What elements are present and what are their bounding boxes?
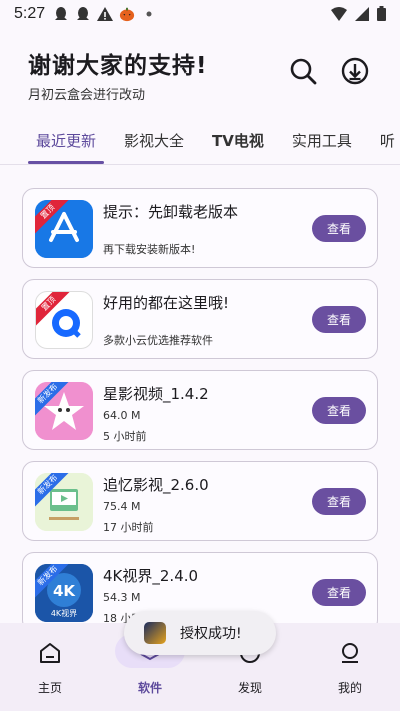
tab-tv[interactable]: TV电视 [198,122,278,164]
tab-recent-updates[interactable]: 最近更新 [0,122,110,164]
download-icon [341,57,369,85]
signal-icon [355,6,369,25]
page-subtitle: 月初云盒会进行改动 [28,88,146,103]
app-description: 多款小云优选推荐软件 [103,334,213,347]
app-name: 好用的都在这里哦! [103,294,230,312]
app-name: 4K视界_2.4.0 [103,567,199,585]
nav-label: 软件 [137,681,162,695]
battery-icon [377,6,386,25]
page-header: 谢谢大家的支持! 月初云盒会进行改动 [28,46,208,103]
warning-icon [97,6,114,22]
nav-home[interactable]: 主页 [0,637,100,696]
dot-icon [141,6,157,22]
status-time: 5:27 [14,5,46,22]
4k-app-icon: 4K 新发布 4K视界 [35,564,93,622]
view-button[interactable]: 查看 [312,488,366,515]
app-card[interactable]: 置顶 提示：先卸载老版本 再下载安装新版本! 查看 [22,188,378,268]
app-list: 置顶 提示：先卸载老版本 再下载安装新版本! 查看 置顶 好用的都在这里哦! 多… [22,188,378,643]
pumpkin-icon [119,6,135,22]
nav-label: 主页 [37,681,62,695]
view-button[interactable]: 查看 [312,397,366,424]
qq-notification-icon [75,6,91,22]
wifi-icon [331,6,347,25]
view-button[interactable]: 查看 [312,579,366,606]
icon-caption: 4K视界 [50,609,78,618]
recommend-app-icon: 置顶 [35,291,93,349]
tab-listen[interactable]: 听 [366,122,400,164]
app-updated-time: 17 小时前 [103,521,154,534]
view-button[interactable]: 查看 [312,215,366,242]
app-size: 54.3 M [103,591,141,604]
tab-tools[interactable]: 实用工具 [278,122,366,164]
profile-icon [342,643,358,663]
download-button[interactable] [338,54,372,88]
app-logo-icon [144,622,166,644]
search-icon [290,58,317,85]
app-name: 追忆影视_2.6.0 [103,476,209,494]
app-card[interactable]: 置顶 好用的都在这里哦! 多款小云优选推荐软件 查看 [22,279,378,359]
app-name: 星影视频_1.4.2 [103,385,209,403]
toast-message: 授权成功! [124,611,276,655]
toast-text: 授权成功! [180,626,242,642]
app-card[interactable]: 新发布 星影视频_1.4.2 64.0 M 5 小时前 查看 [22,370,378,450]
app-updated-time: 5 小时前 [103,430,147,443]
nav-label: 发现 [237,681,262,695]
tab-movies[interactable]: 影视大全 [110,122,198,164]
app-store-icon: 置顶 [35,200,93,258]
app-size: 64.0 M [103,409,141,422]
app-card[interactable]: 新发布 追忆影视_2.6.0 75.4 M 17 小时前 查看 [22,461,378,541]
qq-notification-icon [53,6,69,22]
page-title: 谢谢大家的支持! [28,53,208,79]
star-app-icon: 新发布 [35,382,93,440]
status-bar: 5:27 [0,0,400,28]
tabs-divider [0,164,400,165]
category-tabs: 最近更新 影视大全 TV电视 实用工具 听 [0,122,400,164]
nav-profile[interactable]: 我的 [300,637,400,696]
nav-label: 我的 [337,681,362,695]
svg-text:4K: 4K [53,582,76,600]
app-size: 75.4 M [103,500,141,513]
film-app-icon: 新发布 [35,473,93,531]
view-button[interactable]: 查看 [312,306,366,333]
home-icon [40,643,60,663]
app-description: 再下载安装新版本! [103,243,196,256]
search-button[interactable] [286,54,320,88]
app-name: 提示：先卸载老版本 [103,203,239,221]
